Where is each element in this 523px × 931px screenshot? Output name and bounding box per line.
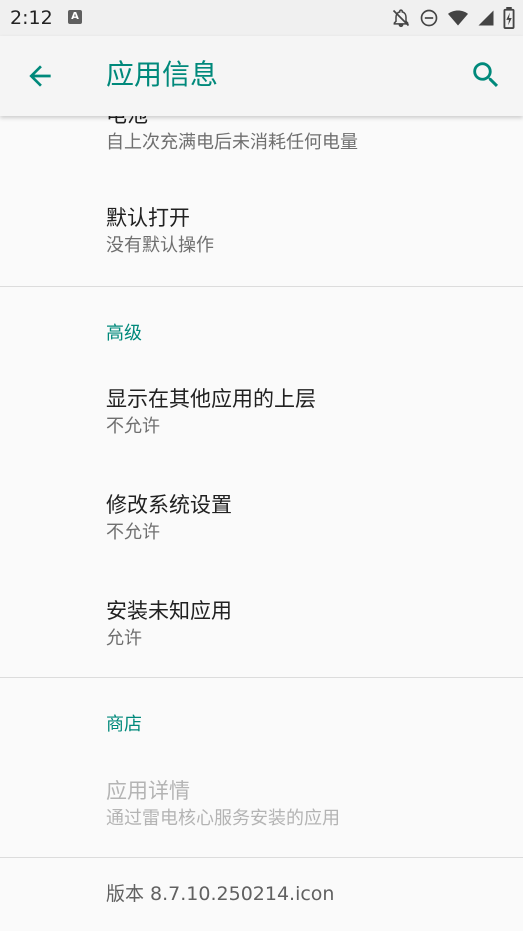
category-store: 商店 bbox=[106, 714, 142, 735]
arrow-left-icon[interactable] bbox=[24, 60, 56, 92]
divider bbox=[0, 677, 523, 678]
pref-battery-summary: 自上次充满电后未消耗任何电量 bbox=[106, 132, 358, 153]
pref-battery[interactable]: 电池 自上次充满电后未消耗任何电量 bbox=[106, 116, 358, 156]
pref-default-open-title: 默认打开 bbox=[106, 206, 190, 230]
pref-draw-over-apps[interactable]: 显示在其他应用的上层 不允许 bbox=[106, 384, 316, 440]
app-bar: 应用信息 bbox=[0, 36, 523, 116]
pref-app-details-summary: 通过雷电核心服务安装的应用 bbox=[106, 808, 340, 829]
pref-app-details-title: 应用详情 bbox=[106, 779, 190, 803]
notifications-off-icon bbox=[392, 9, 410, 28]
pref-app-details: 应用详情 通过雷电核心服务安装的应用 bbox=[106, 776, 340, 832]
status-time: 2:12 bbox=[10, 7, 53, 29]
notification-a-icon: A bbox=[68, 10, 82, 24]
pref-battery-title: 电池 bbox=[106, 116, 358, 130]
version-text: 版本 8.7.10.250214.icon bbox=[106, 883, 335, 905]
pref-modify-system-settings-summary: 不允许 bbox=[106, 522, 160, 543]
pref-draw-over-apps-title: 显示在其他应用的上层 bbox=[106, 387, 316, 411]
wifi-icon bbox=[448, 10, 468, 26]
cell-signal-icon bbox=[478, 10, 494, 26]
pref-modify-system-settings-title: 修改系统设置 bbox=[106, 493, 232, 517]
do-not-disturb-icon bbox=[420, 9, 438, 27]
search-icon[interactable] bbox=[469, 58, 503, 92]
pref-draw-over-apps-summary: 不允许 bbox=[106, 416, 160, 437]
pref-default-open-summary: 没有默认操作 bbox=[106, 235, 214, 256]
page-title: 应用信息 bbox=[106, 58, 219, 91]
category-advanced: 高级 bbox=[106, 323, 142, 344]
divider bbox=[0, 857, 523, 858]
pref-default-open[interactable]: 默认打开 没有默认操作 bbox=[106, 203, 214, 259]
pref-modify-system-settings[interactable]: 修改系统设置 不允许 bbox=[106, 490, 232, 546]
pref-install-unknown-apps[interactable]: 安装未知应用 允许 bbox=[106, 596, 232, 652]
pref-install-unknown-apps-title: 安装未知应用 bbox=[106, 599, 232, 623]
battery-icon bbox=[503, 7, 515, 29]
status-icons bbox=[391, 6, 515, 30]
status-bar: 2:12 A bbox=[0, 0, 523, 36]
divider bbox=[0, 286, 523, 287]
pref-install-unknown-apps-summary: 允许 bbox=[106, 628, 142, 649]
settings-list[interactable]: 电池 自上次充满电后未消耗任何电量 默认打开 没有默认操作 高级 显示在其他应用… bbox=[0, 116, 523, 931]
